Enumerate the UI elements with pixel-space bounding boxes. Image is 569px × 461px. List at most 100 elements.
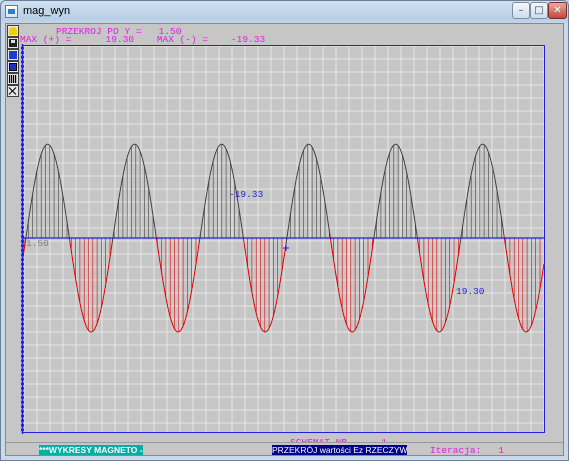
node-point [20,308,25,312]
value-curve [287,223,290,231]
app-window: mag_wyn – □ ✕ PRZEKROJ PO Y = 1.50 MAX (… [0,0,569,461]
value-curve [108,257,111,265]
value-curve [377,203,380,211]
toolbar [7,25,19,97]
value-curve [67,228,70,236]
value-curve [480,143,483,146]
value-curve [136,145,139,148]
value-curve [342,312,345,317]
value-curve [523,330,526,333]
value-curve [30,197,33,205]
value-curve [258,322,261,326]
value-curve [170,319,173,324]
value-curve [369,257,372,265]
value-curve [71,255,74,263]
value-curve [226,150,229,155]
value-curve [162,281,165,288]
value-curve [65,215,68,223]
value-curve [25,230,28,238]
value-curve [443,323,446,327]
view-tab[interactable]: PRZEKRÓJ wartości Ez RZECZYWISTE [272,445,407,455]
value-curve [445,317,448,321]
node-point [20,345,25,349]
value-curve [181,326,184,329]
close-button[interactable]: ✕ [548,2,567,19]
value-curve [318,169,321,175]
node-point [20,184,25,188]
value-curve [94,326,97,329]
value-curve [522,329,525,332]
app-icon[interactable] [5,5,18,18]
node-point [20,271,25,275]
value-curve [193,270,196,277]
value-curve [337,287,340,293]
value-curve [396,144,399,146]
lamp-icon[interactable] [7,25,19,37]
title-bar[interactable]: mag_wyn – □ ✕ [1,1,568,23]
plot-area: PRZEKROJ PO Y = 1.50 MAX (+) = 19.30 MAX… [5,23,564,456]
value-curve [197,243,200,251]
value-curve [485,146,488,150]
node-point [20,248,25,252]
maximize-button[interactable]: □ [530,2,548,19]
value-curve [210,165,213,171]
value-curve [224,146,227,150]
value-curve [232,173,235,180]
value-curve [507,262,510,269]
value-curve [156,242,159,250]
exit-icon[interactable] [7,85,19,97]
print-icon[interactable] [7,49,19,61]
value-curve [486,148,489,152]
value-curve [262,330,265,333]
value-curve [432,322,435,326]
mode-tab[interactable]: ***WYKRESY MAGNETO - MES [39,445,143,455]
grid-icon[interactable] [7,73,19,85]
value-curve [370,250,373,258]
value-curve [219,143,222,146]
value-curve [105,276,108,283]
value-curve [241,228,244,236]
node-point [20,87,25,91]
value-curve [301,151,304,155]
window-title: mag_wyn [23,5,71,17]
save-icon[interactable] [7,37,19,49]
value-curve [349,330,352,333]
node-point [20,152,25,156]
minimize-button[interactable]: – [512,2,530,19]
value-curve [423,281,426,288]
value-curve [209,170,212,176]
value-curve [304,145,307,148]
value-curve [286,230,289,238]
value-curve [429,312,432,317]
value-curve [356,323,359,327]
value-curve [59,179,62,185]
node-point [20,327,25,331]
node-point [20,391,25,395]
value-curve [115,210,118,218]
value-curve [381,180,384,187]
value-curve [339,298,342,304]
value-curve [512,292,515,299]
node-point [20,317,25,321]
value-curve [407,179,410,185]
value-curve [267,328,270,331]
node-point [20,101,25,105]
value-curve [513,298,516,304]
value-curve [489,157,492,161]
node-point [20,55,25,59]
value-curve [85,325,88,329]
value-curve [292,191,295,198]
value-curve [388,151,391,155]
node-point [20,64,25,68]
value-curve [340,303,343,309]
copy-icon[interactable] [7,61,19,73]
value-curve [433,325,436,329]
value-curve [50,146,53,150]
value-curve [95,323,98,327]
value-curve [129,147,132,150]
node-point [20,331,25,335]
node-point [20,69,25,73]
value-curve [70,248,73,256]
value-curve [73,268,76,276]
value-curve [428,307,431,313]
